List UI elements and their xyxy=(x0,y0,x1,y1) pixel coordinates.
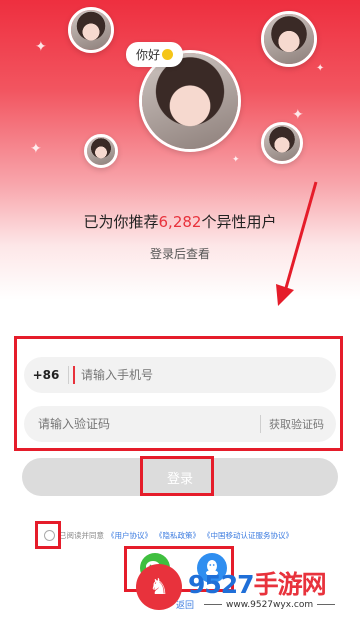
privacy-policy-link[interactable]: 《隐私政策》 xyxy=(155,530,200,541)
recommend-count: 6,282 xyxy=(158,213,202,231)
avatar-top-right xyxy=(261,11,317,67)
recommend-count-text: 已为你推荐6,282个异性用户 xyxy=(0,211,360,232)
cmcc-auth-agreement-link[interactable]: 《中国移动认证服务协议》 xyxy=(203,530,293,541)
greeting-text: 你好 xyxy=(136,48,161,62)
divider xyxy=(68,366,69,384)
horse-logo-icon: ♞ xyxy=(136,564,182,610)
login-button[interactable]: 登录 xyxy=(22,458,338,496)
agreement-checkbox[interactable] xyxy=(44,530,55,541)
site-watermark: ♞ 9527手游网 www.9527wyx.com xyxy=(134,562,354,616)
phone-input[interactable] xyxy=(73,366,336,384)
watermark-number: 9527 xyxy=(188,570,255,599)
greeting-bubble: 你好 xyxy=(126,42,184,67)
watermark-url: www.9527wyx.com xyxy=(200,600,339,610)
user-agreement-link[interactable]: 《用户协议》 xyxy=(107,530,152,541)
verification-code-input[interactable] xyxy=(24,406,260,442)
recommend-suffix: 个异性用户 xyxy=(201,213,277,231)
sparkle-icon: ✦ xyxy=(232,155,240,165)
sparkle-icon: ✦ xyxy=(30,141,42,157)
watermark-text: 手游网 xyxy=(253,570,327,599)
agreement-text: 已阅读并同意 xyxy=(59,531,104,540)
country-code[interactable]: +86 xyxy=(24,368,68,382)
get-code-button[interactable]: 获取验证码 xyxy=(261,416,336,432)
sparkle-icon: ✦ xyxy=(316,63,325,74)
avatar-top-left xyxy=(68,7,114,53)
phone-field: +86 xyxy=(24,357,336,393)
sparkle-icon: ✦ xyxy=(292,107,304,123)
sparkle-icon: ✦ xyxy=(35,39,47,55)
verification-code-field: 获取验证码 xyxy=(24,406,336,442)
avatar-mid-left xyxy=(84,134,118,168)
watermark-title: 9527手游网 xyxy=(188,565,327,601)
recommend-prefix: 已为你推荐 xyxy=(83,213,159,231)
avatar-mid-right xyxy=(261,122,303,164)
smile-emoji-icon xyxy=(162,49,174,60)
agreement-row: 已阅读并同意 《用户协议》 《隐私政策》 《中国移动认证服务协议》 xyxy=(44,530,293,541)
login-hint-text: 登录后查看 xyxy=(149,247,210,261)
